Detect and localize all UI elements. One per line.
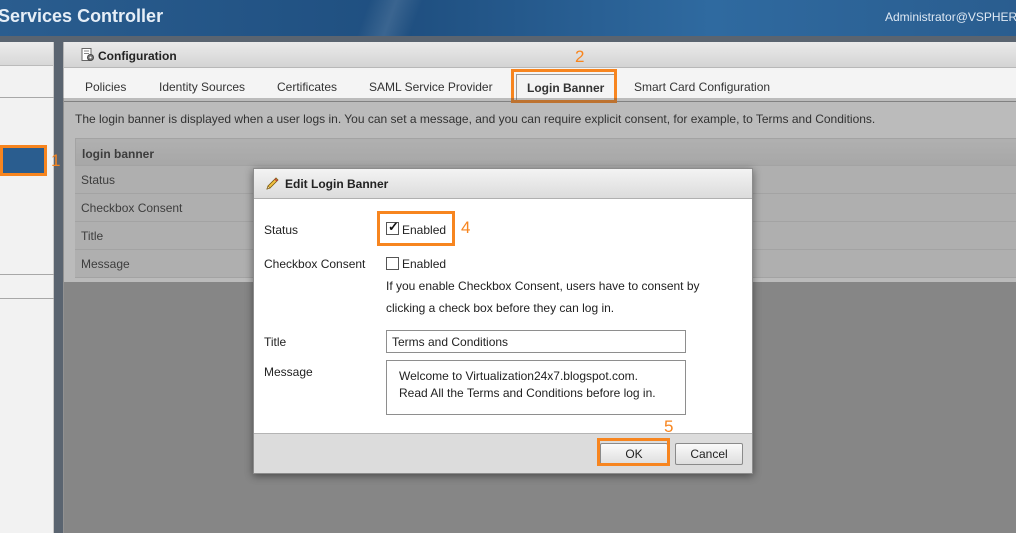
message-textarea[interactable]: Welcome to Virtualization24x7.blogspot.c… xyxy=(386,360,686,415)
tab-certificates[interactable]: Certificates xyxy=(277,80,337,94)
consent-enabled-label[interactable]: Enabled xyxy=(402,257,446,271)
panel-header: Configuration xyxy=(64,42,1016,68)
configuration-icon xyxy=(81,48,94,61)
callout-number-4: 4 xyxy=(461,218,471,237)
callout-box-4 xyxy=(377,211,455,246)
message-line1: Welcome to Virtualization24x7.blogspot.c… xyxy=(399,369,639,383)
title-label: Title xyxy=(264,335,287,349)
nav-divider xyxy=(0,274,54,275)
navigator-header xyxy=(0,42,53,66)
panel-title: Configuration xyxy=(98,49,177,63)
status-label: Status xyxy=(264,223,299,237)
callout-box-5 xyxy=(597,438,670,466)
edit-login-banner-dialog: Edit Login Banner Status ✓ Enabled Check… xyxy=(253,168,753,474)
tab-saml-service-provider[interactable]: SAML Service Provider xyxy=(369,80,493,94)
callout-box-1 xyxy=(0,145,47,176)
tab-policies[interactable]: Policies xyxy=(85,80,126,94)
nav-divider xyxy=(0,298,54,299)
user-menu[interactable]: Administrator@VSPHER xyxy=(885,10,1016,24)
navigator-pane xyxy=(0,42,54,533)
header-decoration xyxy=(330,0,450,36)
consent-help-text-line2: clicking a check box before they can log… xyxy=(386,301,615,315)
nav-divider xyxy=(0,97,54,98)
pencil-icon xyxy=(266,177,279,190)
consent-help-text-line1: If you enable Checkbox Consent, users ha… xyxy=(386,279,700,293)
app-header: Services Controller Administrator@VSPHER xyxy=(0,0,1016,36)
dialog-title: Edit Login Banner xyxy=(285,177,389,191)
dialog-footer: OK Cancel xyxy=(254,433,752,473)
callout-number-5: 5 xyxy=(664,417,674,436)
cancel-button[interactable]: Cancel xyxy=(675,443,743,465)
title-input[interactable]: Terms and Conditions xyxy=(386,330,686,353)
callout-number-1: 1 xyxy=(51,151,61,170)
tab-identity-sources[interactable]: Identity Sources xyxy=(159,80,245,94)
app-title: Services Controller xyxy=(0,6,164,26)
message-line2: Read All the Terms and Conditions before… xyxy=(399,386,656,400)
checkbox-consent-label: Checkbox Consent xyxy=(264,257,366,271)
title-input-value: Terms and Conditions xyxy=(392,335,509,349)
consent-enabled-checkbox[interactable] xyxy=(386,257,399,270)
tab-smart-card-configuration[interactable]: Smart Card Configuration xyxy=(634,80,770,94)
callout-number-2: 2 xyxy=(575,47,585,66)
dialog-title-bar: Edit Login Banner xyxy=(254,169,752,199)
message-label: Message xyxy=(264,365,313,379)
